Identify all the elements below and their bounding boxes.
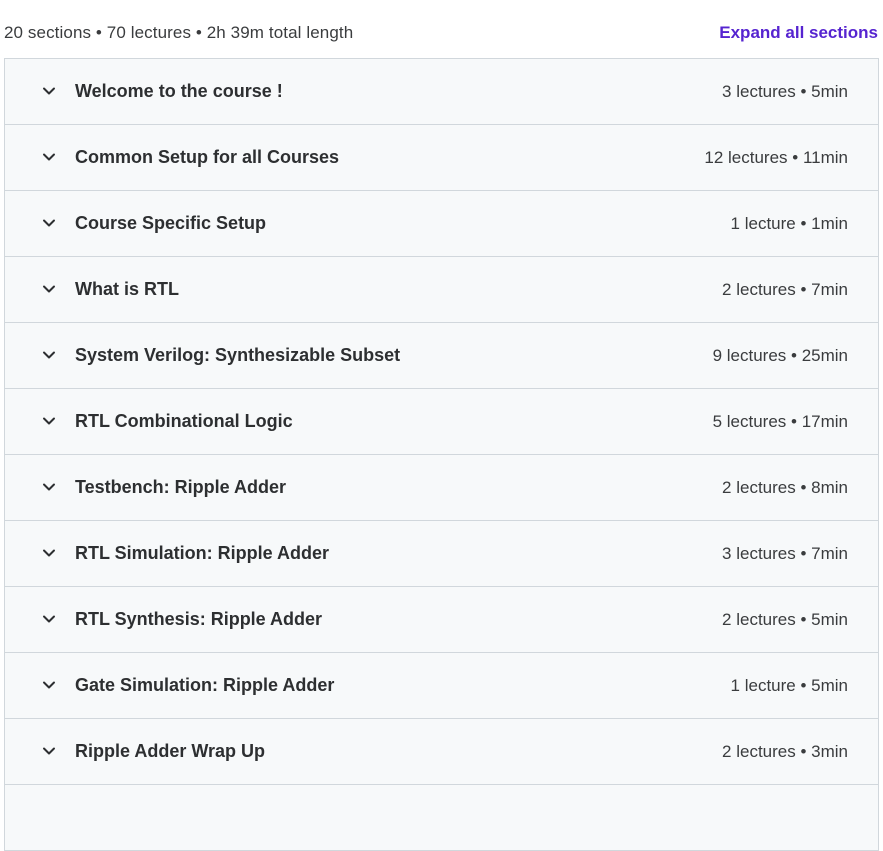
section-meta: 1 lecture • 5min xyxy=(730,676,848,695)
section-meta: 9 lectures • 25min xyxy=(712,346,848,365)
chevron-down-icon xyxy=(41,743,57,759)
section-row[interactable]: What is RTL 2 lectures • 7min xyxy=(5,257,878,323)
section-meta: 2 lectures • 3min xyxy=(722,742,848,761)
chevron-down-icon xyxy=(41,149,57,165)
curriculum-summary-bar: 20 sections • 70 lectures • 2h 39m total… xyxy=(0,0,883,58)
section-row[interactable]: RTL Combinational Logic 5 lectures • 17m… xyxy=(5,389,878,455)
section-row[interactable]: Course Specific Setup 1 lecture • 1min xyxy=(5,191,878,257)
section-meta: 12 lectures • 11min xyxy=(704,148,848,167)
chevron-down-icon xyxy=(41,83,57,99)
chevron-down-icon xyxy=(41,413,57,429)
section-title: RTL Combinational Logic xyxy=(75,411,293,431)
section-row[interactable]: RTL Synthesis: Ripple Adder 2 lectures •… xyxy=(5,587,878,653)
section-title: RTL Simulation: Ripple Adder xyxy=(75,543,330,563)
section-title: RTL Synthesis: Ripple Adder xyxy=(75,609,323,629)
section-meta: 5 lectures • 17min xyxy=(712,412,848,431)
section-row[interactable]: Ripple Adder Wrap Up 2 lectures • 3min xyxy=(5,719,878,785)
section-row[interactable]: Common Setup for all Courses 12 lectures… xyxy=(5,125,878,191)
section-meta: 2 lectures • 5min xyxy=(722,610,848,629)
section-row[interactable]: RTL Simulation: Ripple Adder 3 lectures … xyxy=(5,521,878,587)
section-title: Ripple Adder Wrap Up xyxy=(75,741,266,761)
section-meta: 3 lectures • 5min xyxy=(722,82,848,101)
section-title: What is RTL xyxy=(75,279,179,299)
section-meta: 3 lectures • 7min xyxy=(722,544,848,563)
chevron-down-icon xyxy=(41,281,57,297)
section-row-partial[interactable] xyxy=(5,785,878,851)
chevron-down-icon xyxy=(41,215,57,231)
section-title: Gate Simulation: Ripple Adder xyxy=(75,675,335,695)
section-title: Testbench: Ripple Adder xyxy=(75,477,287,497)
chevron-down-icon xyxy=(41,479,57,495)
section-row[interactable]: Testbench: Ripple Adder 2 lectures • 8mi… xyxy=(5,455,878,521)
chevron-down-icon xyxy=(41,545,57,561)
section-title: Welcome to the course ! xyxy=(75,81,283,101)
chevron-down-icon xyxy=(41,611,57,627)
section-row[interactable]: System Verilog: Synthesizable Subset 9 l… xyxy=(5,323,878,389)
section-title: System Verilog: Synthesizable Subset xyxy=(75,345,401,365)
chevron-down-icon xyxy=(41,347,57,363)
section-row[interactable]: Gate Simulation: Ripple Adder 1 lecture … xyxy=(5,653,878,719)
section-meta: 1 lecture • 1min xyxy=(730,214,848,233)
section-meta: 2 lectures • 8min xyxy=(722,478,848,497)
section-title: Common Setup for all Courses xyxy=(75,147,340,167)
section-list: Welcome to the course ! 3 lectures • 5mi… xyxy=(4,58,879,851)
curriculum-summary: 20 sections • 70 lectures • 2h 39m total… xyxy=(4,23,354,42)
expand-all-sections-button[interactable]: Expand all sections xyxy=(719,23,878,43)
section-meta: 2 lectures • 7min xyxy=(722,280,848,299)
section-title: Course Specific Setup xyxy=(75,213,267,233)
section-row[interactable]: Welcome to the course ! 3 lectures • 5mi… xyxy=(5,59,878,125)
chevron-down-icon xyxy=(41,677,57,693)
